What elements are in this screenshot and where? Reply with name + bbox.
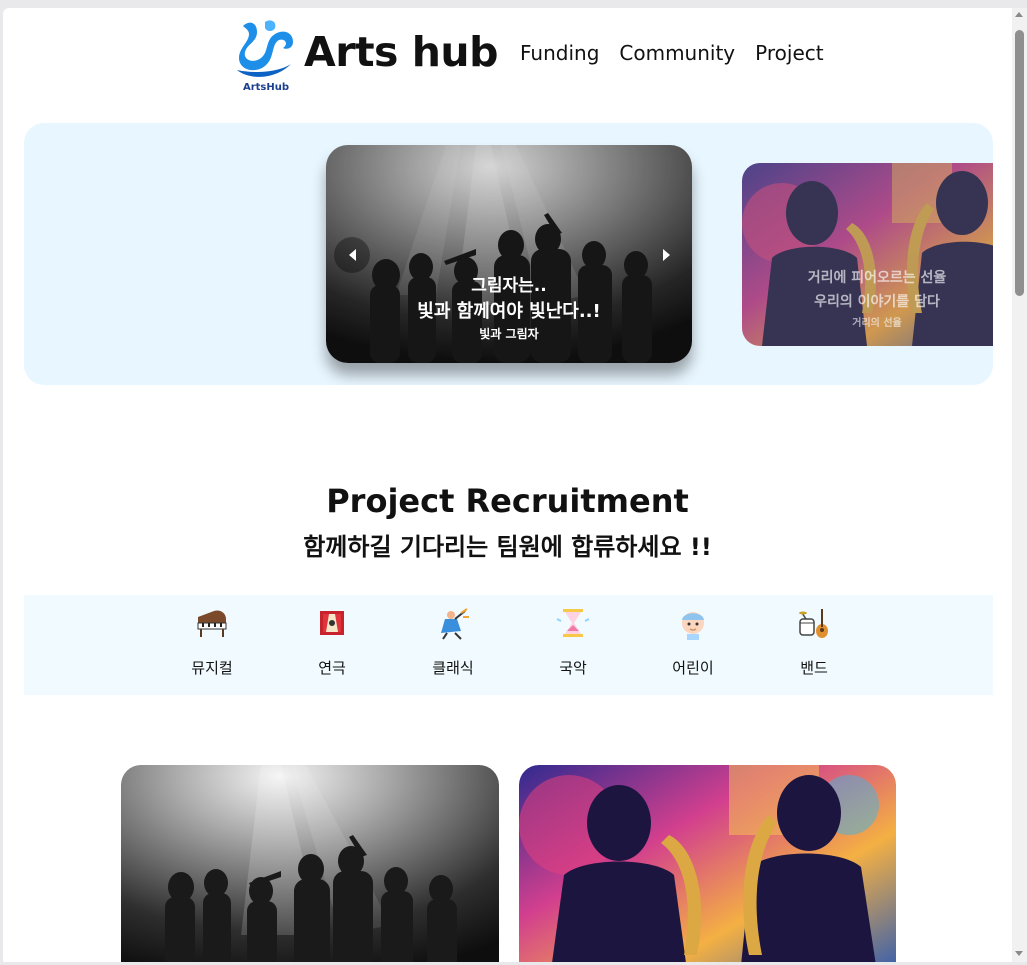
artshub-logo[interactable]: ArtsHub [235,18,297,98]
scroll-down-icon[interactable] [1015,951,1023,956]
slide-headline: 그림자는.. [471,276,547,296]
category-label: 밴드 [800,659,828,677]
logo-caption: ArtsHub [242,82,290,93]
category-bar: 뮤지컬 연극 클래식 국악 어린이 밴드 [24,595,993,695]
slide-subheadline: 우리의 이야기를 담다 [814,294,940,310]
category-musical[interactable]: 뮤지컬 [172,605,252,678]
wave-logo-icon [237,20,293,77]
chevron-right-icon [662,249,670,261]
category-band[interactable]: 밴드 [774,605,854,678]
category-gugak[interactable]: 국악 [533,605,613,678]
main-nav: Funding Community Project [520,41,824,65]
carousel-slide-active[interactable]: 그림자는.. 빛과 함께여야 빛난다..! 빛과 그림자 [326,145,692,363]
scroll-thumb[interactable] [1015,30,1024,296]
category-label: 연극 [318,659,346,677]
project-card[interactable] [519,765,896,962]
scroll-up-icon[interactable] [1015,12,1023,17]
carousel-slide-next[interactable]: 거리에 피어오르는 선율 우리의 이야기를 담다 거리의 선율 [742,163,993,346]
category-classic[interactable]: 클래식 [413,605,493,678]
dancer-icon [441,608,469,640]
piano-icon [197,610,227,637]
section-title: Project Recruitment [326,482,689,520]
brand-title[interactable]: Arts hub [304,28,498,76]
category-label: 클래식 [432,659,474,677]
theater-icon [320,611,344,635]
project-card[interactable] [121,765,499,962]
child-icon [682,612,704,640]
category-label: 국악 [559,659,587,677]
slide-subheadline: 빛과 함께여야 빛난다..! [417,301,601,322]
banner-carousel: 그림자는.. 빛과 함께여야 빛난다..! 빛과 그림자 거리에 피어오르는 선… [24,123,993,385]
chevron-left-icon [348,249,356,261]
slide-caption: 거리의 선율 [852,318,902,329]
nav-project[interactable]: Project [755,41,823,65]
carousel-next-button[interactable] [648,237,684,273]
category-label: 뮤지컬 [191,659,233,677]
category-theater[interactable]: 연극 [292,605,372,678]
street-jazz-image [519,765,896,962]
page-viewport: ArtsHub Arts hub Funding Community Proje… [3,8,1012,962]
category-label: 어린이 [672,659,714,677]
page-scrollbar[interactable] [1012,8,1027,962]
section-subtitle: 함께하길 기다리는 팀원에 합류하세요 !! [303,533,712,561]
band-icon [799,609,828,638]
slide-caption: 빛과 그림자 [479,327,539,341]
nav-community[interactable]: Community [619,41,735,65]
nav-funding[interactable]: Funding [520,41,599,65]
slide-headline: 거리에 피어오르는 선율 [807,270,947,286]
category-children[interactable]: 어린이 [653,605,733,678]
concert-dance-image [121,765,499,962]
hourglass-icon [556,609,590,637]
carousel-prev-button[interactable] [334,237,370,273]
